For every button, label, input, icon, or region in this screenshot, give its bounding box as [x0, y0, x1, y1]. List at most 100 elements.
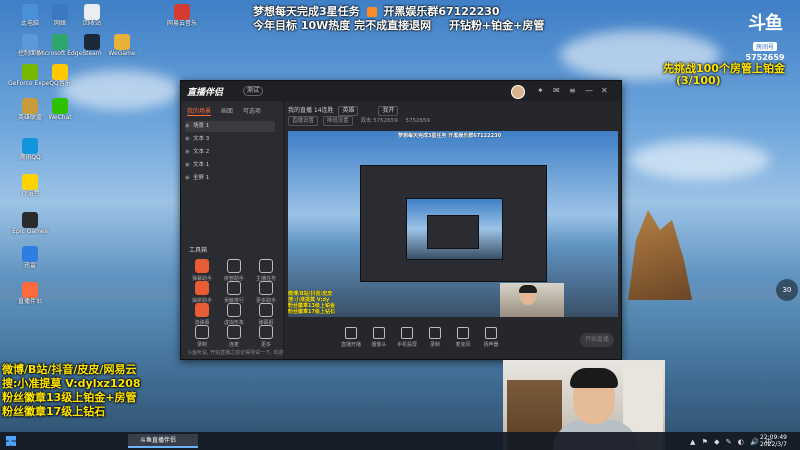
desktop-icon[interactable]: 迅雷: [8, 246, 52, 270]
tool-icon: [195, 281, 209, 295]
control-icon: [373, 327, 385, 339]
tool-button[interactable]: 流弹幕: [187, 303, 217, 326]
stream-preview[interactable]: 梦想每天完成3星任务 开黑娱乐群67122230 微博/B站/抖音/皮皮 搜:小…: [288, 131, 618, 317]
tool-button[interactable]: 弹幕姬: [251, 303, 281, 326]
toolbox-title: 工具箱: [189, 247, 208, 254]
scene-label: 场景 1: [193, 123, 210, 129]
stream-title: 我的直播 14连胜: [288, 107, 334, 114]
edit-chip[interactable]: 我开: [378, 106, 399, 116]
eye-icon[interactable]: ◉: [185, 134, 193, 145]
shirt-icon[interactable]: ✦: [537, 86, 544, 96]
control-bar: 直播开播 摄像头 手机投屏 录制 麦克风 扬声器 开始直播: [288, 323, 618, 357]
brand-badge[interactable]: 测试: [243, 86, 264, 96]
room-info: 双击 5752659: [360, 118, 398, 124]
scene-item[interactable]: ◉ 场景 1: [185, 121, 275, 132]
app-brand: 直播伴侣: [187, 88, 224, 98]
control-icon: [457, 327, 469, 339]
minimize-icon[interactable]: —: [585, 86, 593, 96]
control-icon: [345, 327, 357, 339]
tool-button[interactable]: 更多: [251, 325, 281, 348]
douyu-logo: 斗鱼 房间号 5752659: [745, 13, 785, 63]
desktop-icon[interactable]: WeChat: [38, 98, 82, 122]
tool-icon: [259, 325, 273, 339]
nested-preview: [406, 198, 503, 260]
tool-icon: [195, 325, 209, 339]
tool-button[interactable]: 弹幕助手: [187, 259, 217, 282]
scene-item[interactable]: ◉ 文本 1: [185, 160, 275, 171]
room-id: 5752659: [405, 118, 431, 124]
volume-badge[interactable]: 30: [776, 279, 798, 301]
scene-item[interactable]: ◉ 文本 3: [185, 134, 275, 145]
tool-button[interactable]: 虚拟形象: [219, 303, 249, 326]
close-icon[interactable]: ✕: [601, 86, 608, 96]
control-button[interactable]: 摄像头: [366, 327, 392, 348]
tab-my-scenes[interactable]: 我的场景: [187, 108, 212, 116]
eye-icon[interactable]: ◉: [185, 160, 193, 171]
logo-text: 斗鱼: [748, 13, 783, 34]
desktop-icon[interactable]: WeGame: [100, 34, 144, 58]
scene-item[interactable]: ◉ 全屏 1: [185, 173, 275, 184]
goal-text-2: 今年目标 10W热度 完不成直接退网 开钻粉+铂金+房管: [253, 17, 544, 33]
mail-icon[interactable]: ✉: [553, 86, 560, 96]
eye-icon[interactable]: ◉: [185, 173, 193, 184]
desktop-icon[interactable]: 腾讯QQ: [8, 138, 52, 162]
app-icon: [84, 34, 100, 50]
schedule-button[interactable]: 排班设置: [322, 116, 353, 126]
control-button[interactable]: 直播开播: [338, 327, 364, 348]
clock-date: 2022/3/7: [760, 441, 787, 448]
app-icon: [22, 138, 38, 154]
stream-settings-button[interactable]: 直播设置: [288, 116, 319, 126]
tool-icon: [195, 259, 209, 273]
desktop-icon[interactable]: Epic Games: [8, 212, 52, 236]
desktop-icon-label: 腾讯QQ: [19, 154, 41, 161]
app-icon: [52, 64, 68, 80]
tab-options[interactable]: 可选项: [243, 108, 261, 115]
scene-label: 文本 2: [193, 149, 210, 155]
desktop-icon-label: 迅雷: [23, 262, 36, 269]
tool-button[interactable]: 主播任务: [251, 259, 281, 282]
clock[interactable]: 22:09:49 2022/3/7: [760, 434, 787, 448]
control-button[interactable]: 手机投屏: [394, 327, 420, 348]
app-icon: [22, 34, 38, 50]
tab-screen[interactable]: 画面: [221, 108, 233, 115]
tool-button[interactable]: 抽奖助手: [187, 281, 217, 304]
app-icon: [22, 4, 38, 20]
desktop-icon[interactable]: QQ音乐: [38, 64, 82, 88]
control-icon: [485, 327, 497, 339]
room-tag: 房间号: [752, 42, 777, 51]
scene-item[interactable]: ◉ 文本 2: [185, 147, 275, 158]
desktop-icon[interactable]: 回收站: [70, 4, 114, 28]
tool-label: 录制: [196, 342, 207, 348]
tool-icon: [259, 281, 273, 295]
eye-icon[interactable]: ◉: [185, 121, 193, 132]
desktop-icon[interactable]: 网易云音乐: [160, 4, 204, 28]
promo-line: 粉丝徽章17级上钻石: [2, 405, 106, 418]
category-chip[interactable]: 英雄: [338, 106, 359, 116]
tool-button[interactable]: 房管助手: [219, 259, 249, 282]
eye-icon[interactable]: ◉: [185, 147, 193, 158]
menu-icon[interactable]: ≡: [569, 86, 576, 96]
windows-start-icon[interactable]: [6, 436, 16, 446]
control-button[interactable]: 录制: [422, 327, 448, 348]
tool-button[interactable]: 录制: [187, 325, 217, 348]
diamond-text: 开钻粉+铂金+房管: [448, 19, 545, 32]
tool-button[interactable]: 贡献排行: [219, 281, 249, 304]
challenge-progress: (3/100): [676, 74, 721, 87]
avatar[interactable]: [511, 85, 525, 99]
tool-icon: [227, 325, 241, 339]
control-button[interactable]: 扬声器: [478, 327, 504, 348]
live-companion-window: 直播伴侣 测试 ✦ ✉ ≡ — ✕ 我的场景 画面 可选项 ◉ 场景 1 ◉ 文本 …: [180, 80, 622, 360]
tool-icon: [259, 259, 273, 273]
desktop-icon[interactable]: 直播伴侣: [8, 282, 52, 306]
desktop-icon[interactable]: YY语音: [8, 174, 52, 198]
preview-hair: [519, 285, 537, 293]
go-live-button[interactable]: 开始直播: [580, 333, 614, 347]
app-icon: [22, 212, 38, 228]
title-bar[interactable]: 直播伴侣 测试 ✦ ✉ ≡ — ✕: [181, 81, 621, 101]
tool-button[interactable]: 连麦: [219, 325, 249, 348]
stream-info-2: 直播设置 排班设置 双击 5752659 5752659: [288, 116, 430, 126]
taskbar-app[interactable]: 斗鱼直播伴侣: [128, 434, 198, 448]
nested-window: [360, 165, 547, 282]
tool-button[interactable]: 更多助手: [251, 281, 281, 304]
control-button[interactable]: 麦克风: [450, 327, 476, 348]
